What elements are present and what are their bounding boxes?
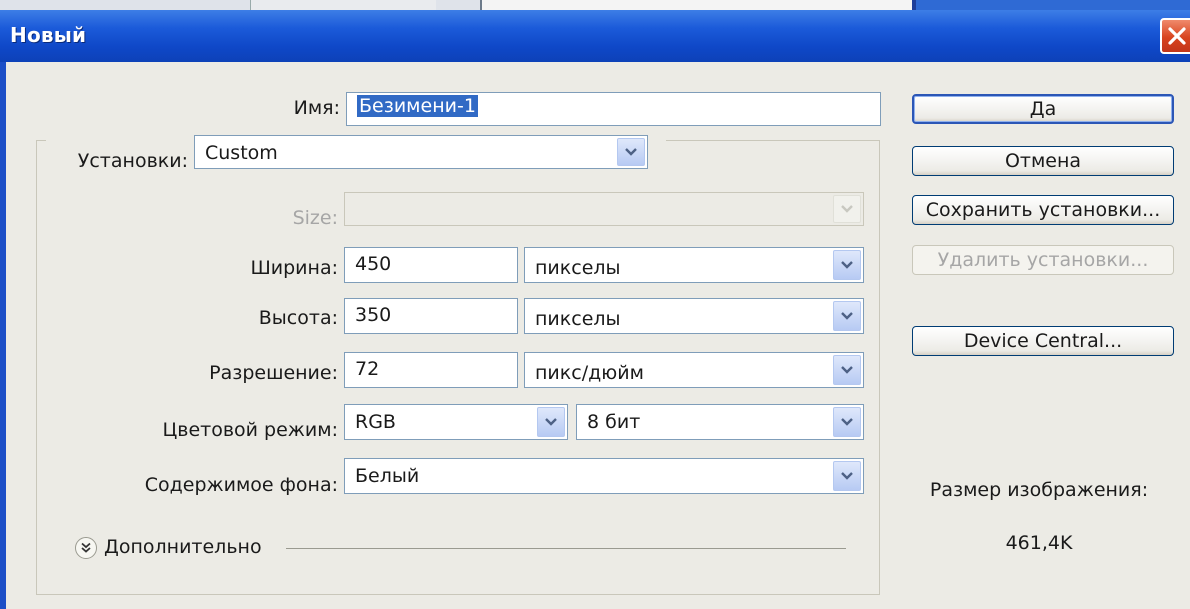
width-unit-dropdown[interactable]: пикселы (524, 247, 864, 283)
chevron-down-icon (841, 205, 853, 213)
height-input[interactable]: 350 (344, 298, 518, 334)
preset-dropdown[interactable]: Custom (194, 135, 648, 169)
width-unit-value: пикселы (535, 257, 621, 279)
background-panel (480, 0, 916, 10)
resolution-unit-arrow[interactable] (833, 355, 861, 385)
advanced-label[interactable]: Дополнительно (104, 536, 262, 558)
width-label: Ширина: (250, 257, 338, 279)
advanced-separator (286, 548, 846, 549)
resolution-unit-dropdown[interactable]: пикс/дюйм (524, 352, 864, 388)
name-input[interactable]: Безимени-1 (346, 92, 881, 126)
bit-depth-value: 8 бит (587, 411, 641, 433)
bit-depth-arrow[interactable] (833, 407, 861, 437)
chevron-down-icon (625, 148, 637, 156)
background-value: Белый (355, 465, 420, 487)
width-value: 450 (355, 253, 392, 275)
image-size-label: Размер изображения: (929, 479, 1149, 501)
color-mode-value: RGB (355, 411, 396, 433)
close-button[interactable] (1160, 18, 1190, 54)
cancel-button[interactable]: Отмена (912, 146, 1174, 176)
background-label: Содержимое фона: (144, 474, 338, 496)
chevron-down-icon (841, 418, 853, 426)
width-input[interactable]: 450 (344, 247, 518, 283)
color-mode-arrow[interactable] (537, 407, 565, 437)
height-unit-value: пикселы (535, 308, 621, 330)
background-panel (250, 0, 436, 10)
dialog-title: Новый (10, 23, 87, 47)
width-unit-arrow[interactable] (833, 250, 861, 280)
chevron-down-icon (841, 261, 853, 269)
dialog-client-area: Имя: Безимени-1 Установки: Custom Size: … (6, 62, 1190, 609)
resolution-value: 72 (355, 358, 380, 380)
preset-dropdown-arrow[interactable] (617, 138, 645, 166)
size-label: Size: (292, 207, 338, 229)
title-bar[interactable]: Новый (0, 10, 1190, 62)
bit-depth-dropdown[interactable]: 8 бит (576, 404, 864, 440)
ok-button[interactable]: Да (912, 94, 1174, 124)
chevron-down-icon (841, 366, 853, 374)
delete-preset-button[interactable]: Удалить установки... (912, 245, 1174, 275)
size-dropdown-arrow[interactable] (833, 195, 861, 223)
resolution-input[interactable]: 72 (344, 352, 518, 388)
chevron-down-icon (545, 418, 557, 426)
color-mode-dropdown[interactable]: RGB (344, 404, 568, 440)
image-size-value: 461,4K (1005, 532, 1073, 554)
size-dropdown[interactable] (344, 192, 864, 226)
chevron-down-icon (841, 472, 853, 480)
chevron-down-icon (841, 312, 853, 320)
height-label: Высота: (258, 307, 338, 329)
background-arrow[interactable] (833, 461, 861, 491)
background-panel (916, 0, 1190, 10)
background-window-strip (0, 0, 1190, 10)
preset-value: Custom (205, 142, 278, 164)
preset-label: Установки: (77, 150, 188, 172)
advanced-toggle[interactable] (75, 537, 97, 559)
double-chevron-down-icon (81, 542, 91, 553)
close-icon (1168, 27, 1186, 45)
height-unit-dropdown[interactable]: пикселы (524, 298, 864, 334)
name-input-value: Безимени-1 (357, 95, 478, 117)
height-unit-arrow[interactable] (833, 301, 861, 331)
height-value: 350 (355, 304, 392, 326)
new-document-dialog: Новый Имя: Безимени-1 Установки: Custom … (0, 10, 1190, 609)
resolution-label: Разрешение: (209, 362, 338, 384)
device-central-button[interactable]: Device Central... (912, 326, 1174, 356)
resolution-unit-value: пикс/дюйм (535, 362, 644, 384)
background-dropdown[interactable]: Белый (344, 458, 864, 494)
save-preset-button[interactable]: Сохранить установки... (912, 195, 1174, 225)
name-label: Имя: (293, 97, 340, 119)
color-mode-label: Цветовой режим: (162, 419, 339, 441)
